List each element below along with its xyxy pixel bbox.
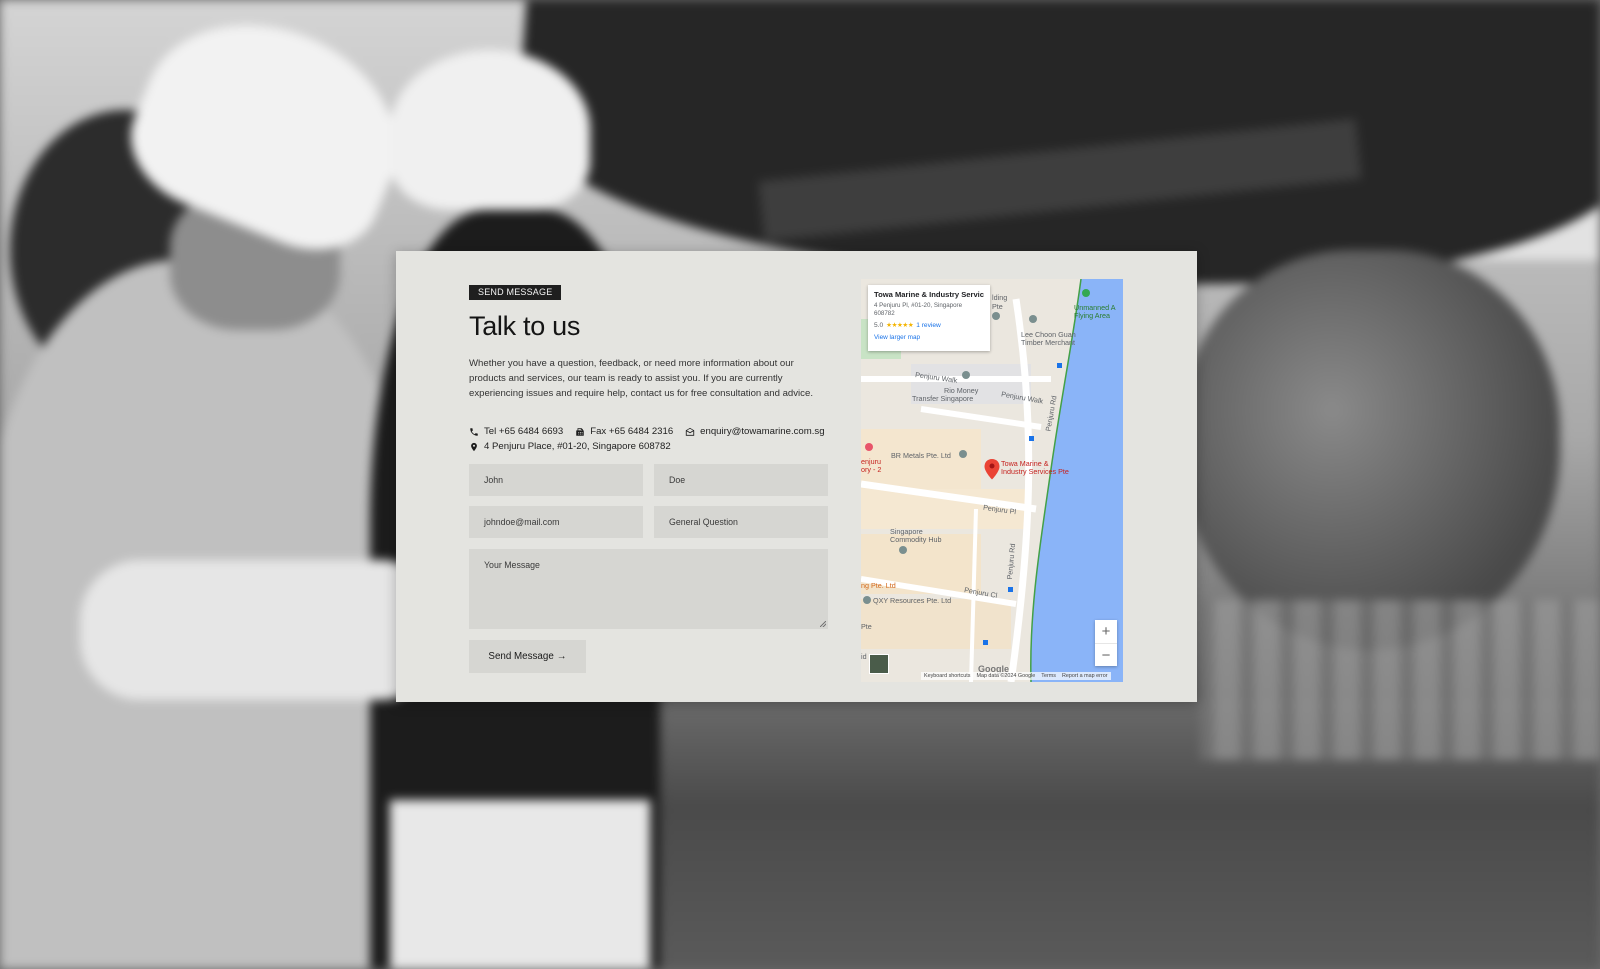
zoom-in-button[interactable]: + [1095,620,1117,643]
fax-icon [576,427,584,436]
map-reviews-link[interactable]: 1 review [916,322,941,329]
contact-fax: Fax +65 6484 2316 [575,426,673,437]
contact-email-text: enquiry@towamarine.com.sg [700,426,825,437]
contact-card: SEND MESSAGE Talk to us Whether you have… [396,251,1197,702]
map-label: Timber Merchant [1021,338,1076,347]
contact-email[interactable]: enquiry@towamarine.com.sg [685,426,825,437]
message-placeholder: Your Message [484,560,540,570]
message-textarea[interactable]: Your Message [469,549,828,629]
contact-fax-text: Fax +65 6484 2316 [590,426,674,437]
map-attribution: Keyboard shortcuts Map data ©2024 Google… [921,672,1111,680]
email-input[interactable]: johndoe@mail.com [469,506,643,538]
map-zoom-control: + − [1095,620,1117,666]
map-place-title: Towa Marine & Industry Servic... [874,290,984,299]
map-label: QXY Resources Pte. Ltd [873,596,952,605]
map-label: id [861,652,867,661]
subject-input[interactable]: General Question [654,506,828,538]
zoom-out-button[interactable]: − [1095,643,1117,666]
email-placeholder: johndoe@mail.com [484,517,560,527]
report-error-link[interactable]: Report a map error [1062,673,1108,679]
embedded-map[interactable]: lding Pte Unmanned A Flying Area Lee Cho… [861,279,1123,682]
send-message-label: Send Message [488,651,554,662]
satellite-toggle[interactable] [869,654,889,674]
map-label: Commodity Hub [890,535,942,544]
map-label: BR Metals Pte. Ltd [891,451,951,460]
map-pin-icon [471,442,477,451]
first-name-input[interactable]: John [469,464,643,496]
map-label: Pte [861,622,872,631]
send-message-button[interactable]: Send Message → [469,640,586,673]
section-badge: SEND MESSAGE [469,285,562,300]
resize-handle[interactable] [820,621,826,627]
first-name-placeholder: John [484,475,504,485]
phone-icon [470,427,478,436]
contact-tel-text: Tel +65 6484 6693 [484,426,564,437]
map-place-address: 4 Penjuru Pl, #01-20, Singapore 608782 [874,302,963,317]
map-label: Transfer Singapore [912,394,974,403]
map-info-card: Towa Marine & Industry Servic... 4 Penju… [868,285,990,351]
contact-tel[interactable]: Tel +65 6484 6693 [469,426,563,437]
map-rating-value: 5.0 [874,321,884,329]
page-title: Talk to us [469,311,581,341]
contact-address: 4 Penjuru Place, #01-20, Singapore 60878… [469,441,671,452]
view-larger-map-link[interactable]: View larger map [874,334,984,341]
keyboard-shortcuts-link[interactable]: Keyboard shortcuts [924,673,970,679]
contact-info: Tel +65 6484 6693 Fax +65 6484 2316 enqu… [469,424,839,454]
map-rating: 5.0 ★★★★★ 1 review [874,321,984,330]
terms-link[interactable]: Terms [1041,673,1056,679]
subject-placeholder: General Question [669,517,738,527]
map-label: Pte [992,302,1003,311]
map-label: Flying Area [1074,311,1110,320]
arrow-right-icon: → [556,651,567,662]
last-name-placeholder: Doe [669,475,686,485]
map-label: Industry Services Pte [1001,467,1069,476]
contact-address-text: 4 Penjuru Place, #01-20, Singapore 60878… [484,441,671,452]
last-name-input[interactable]: Doe [654,464,828,496]
map-data-text: Map data ©2024 Google [976,673,1036,679]
map-label: ng Pte. Ltd [861,581,896,590]
section-description: Whether you have a question, feedback, o… [469,358,813,399]
map-label: lding [992,293,1008,302]
envelope-open-icon [686,427,695,436]
star-icon: ★★★★★ [886,322,914,329]
map-label: ory - 2 [861,465,882,474]
